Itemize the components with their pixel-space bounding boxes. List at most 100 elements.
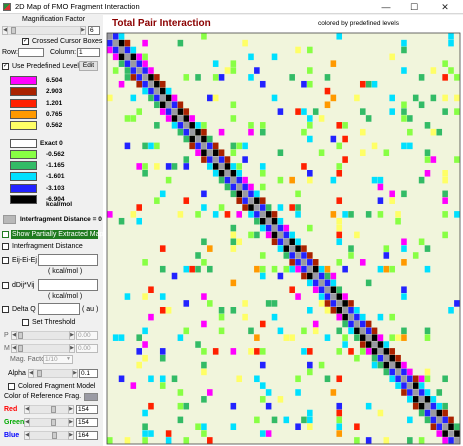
map-cell[interactable] — [283, 334, 290, 341]
map-cell[interactable] — [177, 122, 184, 129]
map-cell[interactable] — [377, 183, 384, 191]
map-cell[interactable] — [130, 94, 137, 102]
map-cell[interactable] — [307, 348, 313, 355]
map-cell[interactable] — [442, 402, 448, 410]
map-cell[interactable] — [454, 211, 460, 218]
map-cell[interactable] — [207, 389, 213, 396]
map-cell[interactable] — [307, 135, 313, 143]
map-cell[interactable] — [442, 211, 448, 218]
map-cell[interactable] — [207, 135, 213, 143]
map-cell[interactable] — [330, 135, 337, 143]
eij-checkbox[interactable] — [2, 257, 9, 264]
map-cell[interactable] — [124, 437, 131, 444]
map-cell[interactable] — [324, 265, 331, 273]
map-cell[interactable] — [448, 67, 454, 74]
map-cell[interactable] — [412, 389, 419, 396]
map-cell[interactable] — [401, 142, 407, 150]
map-cell[interactable] — [148, 402, 154, 410]
map-cell[interactable] — [377, 313, 384, 321]
map-cell[interactable] — [424, 245, 431, 252]
chevron-down-icon[interactable]: ▼ — [66, 356, 71, 362]
interfrag-distance-checkbox[interactable] — [2, 243, 9, 250]
map-cell[interactable] — [218, 149, 225, 156]
map-cell[interactable] — [189, 142, 195, 150]
map-cell[interactable] — [230, 176, 237, 184]
map-cell[interactable] — [407, 375, 413, 383]
map-cell[interactable] — [342, 313, 348, 321]
map-cell[interactable] — [148, 74, 154, 81]
m-slider[interactable] — [17, 344, 69, 353]
map-cell[interactable] — [265, 231, 272, 239]
map-cell[interactable] — [271, 217, 278, 225]
map-cell[interactable] — [342, 320, 348, 328]
map-cell[interactable] — [230, 163, 237, 170]
map-cell[interactable] — [307, 122, 313, 129]
map-cell[interactable] — [142, 437, 148, 444]
map-cell[interactable] — [154, 101, 160, 109]
map-cell[interactable] — [201, 204, 207, 211]
map-cell[interactable] — [242, 183, 248, 191]
map-cell[interactable] — [336, 33, 343, 40]
map-cell[interactable] — [136, 204, 142, 211]
map-cell[interactable] — [212, 142, 219, 150]
map-cell[interactable] — [230, 402, 237, 410]
map-cell[interactable] — [359, 313, 366, 321]
map-cell[interactable] — [418, 238, 425, 246]
map-cell[interactable] — [183, 122, 190, 129]
crossed-cursor-checkbox[interactable]: ✓ — [22, 38, 29, 45]
map-cell[interactable] — [342, 300, 348, 307]
red-right-arrow[interactable]: ▶ — [68, 405, 74, 414]
map-cell[interactable] — [242, 156, 248, 163]
map-cell[interactable] — [201, 293, 207, 300]
map-cell[interactable] — [324, 87, 331, 95]
map-cell[interactable] — [254, 190, 260, 198]
map-cell[interactable] — [336, 293, 343, 300]
map-cell[interactable] — [165, 176, 172, 184]
map-cell[interactable] — [430, 409, 437, 417]
map-cell[interactable] — [295, 375, 301, 383]
map-cell[interactable] — [436, 423, 443, 430]
map-cell[interactable] — [336, 224, 343, 232]
map-cell[interactable] — [442, 108, 448, 115]
map-cell[interactable] — [224, 211, 231, 218]
map-cell[interactable] — [401, 389, 407, 396]
map-cell[interactable] — [395, 354, 401, 362]
map-cell[interactable] — [154, 122, 160, 129]
map-cell[interactable] — [354, 320, 360, 328]
map-cell[interactable] — [324, 272, 331, 280]
map-cell[interactable] — [165, 307, 172, 314]
map-cell[interactable] — [201, 190, 207, 198]
map-cell[interactable] — [401, 368, 407, 376]
map-cell[interactable] — [236, 170, 243, 177]
map-cell[interactable] — [377, 361, 384, 369]
map-cell[interactable] — [430, 423, 437, 430]
map-cell[interactable] — [407, 396, 413, 403]
map-cell[interactable] — [254, 334, 260, 341]
map-cell[interactable] — [201, 348, 207, 355]
map-cell[interactable] — [218, 313, 225, 321]
map-cell[interactable] — [436, 430, 443, 437]
map-cell[interactable] — [112, 53, 119, 61]
map-cell[interactable] — [171, 122, 178, 129]
map-cell[interactable] — [118, 334, 125, 341]
red-slider[interactable] — [30, 405, 68, 414]
map-cell[interactable] — [136, 334, 142, 341]
alpha-right-arrow[interactable]: ▶ — [72, 369, 78, 378]
map-cell[interactable] — [448, 416, 454, 424]
map-cell[interactable] — [295, 238, 301, 246]
map-cell[interactable] — [142, 39, 148, 47]
map-cell[interactable] — [177, 115, 184, 122]
map-cell[interactable] — [271, 238, 278, 246]
map-cell[interactable] — [107, 46, 113, 54]
map-cell[interactable] — [259, 204, 266, 211]
map-cell[interactable] — [348, 245, 354, 252]
map-cell[interactable] — [336, 238, 343, 246]
map-cell[interactable] — [301, 416, 307, 424]
map-cell[interactable] — [401, 327, 407, 335]
map-cell[interactable] — [454, 108, 460, 115]
map-cell[interactable] — [295, 46, 301, 54]
map-cell[interactable] — [118, 46, 125, 54]
map-cell[interactable] — [248, 211, 254, 218]
map-cell[interactable] — [289, 176, 295, 184]
map-cell[interactable] — [277, 176, 284, 184]
